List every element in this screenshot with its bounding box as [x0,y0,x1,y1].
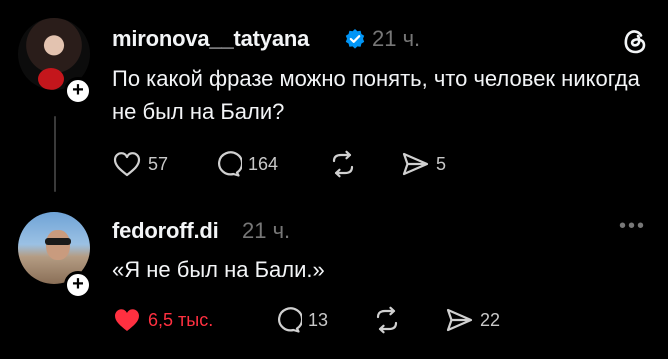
repost-icon [332,150,354,178]
rose-decoration [38,68,64,90]
timestamp: 21 ч. [242,218,291,243]
verified-badge-icon [345,29,365,49]
repost-icon [376,306,398,334]
comment-button[interactable]: 164 [212,150,278,178]
like-button[interactable]: 57 [112,150,168,178]
comment-count: 13 [308,309,329,330]
follow-button[interactable]: + [64,271,92,299]
comment-button[interactable]: 13 [272,306,328,334]
send-icon [402,152,429,176]
username[interactable]: fedoroff.di [112,218,219,244]
post-text: «Я не был на Бали.» [112,257,325,282]
send-icon [446,308,473,332]
follow-button[interactable]: + [64,77,92,105]
username[interactable]: mironova__tatyana [112,26,309,52]
heart-icon [113,152,141,177]
post-text: По какой фразе можно понять, что человек… [112,66,640,124]
thread-line [54,116,56,192]
heart-icon [115,309,139,331]
share-count: 22 [480,309,501,330]
repost-button[interactable] [328,150,358,178]
avatar-face [46,230,70,260]
more-icon[interactable]: ••• [619,215,646,238]
comment-count: 164 [248,153,279,174]
comment-bubble-icon [278,307,302,333]
share-button[interactable]: 22 [444,306,500,334]
share-count: 5 [436,153,447,174]
comment-bubble-icon [218,151,242,177]
avatar-sunglasses [45,238,71,245]
timestamp: 21 ч. [372,26,421,51]
threads-logo-icon[interactable] [620,26,650,56]
repost-button[interactable] [372,306,402,334]
like-count: 6,5 тыс. [148,309,214,330]
like-button[interactable]: 6,5 тыс. [112,306,213,334]
share-button[interactable]: 5 [400,150,446,178]
like-count: 57 [148,153,169,174]
